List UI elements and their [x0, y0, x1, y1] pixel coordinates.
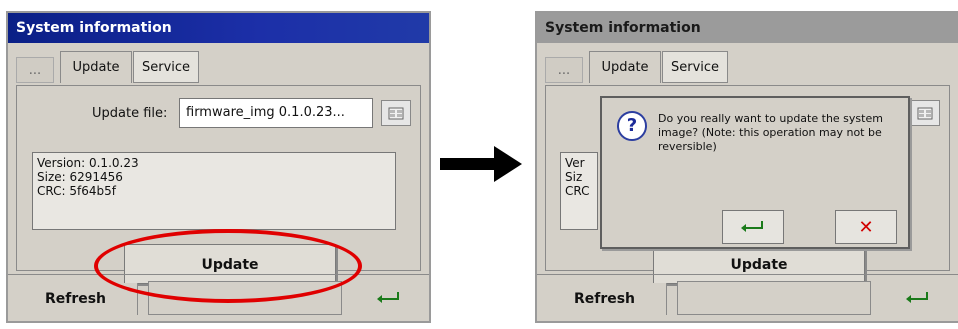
- status-area: [677, 281, 871, 315]
- version-info-box: Version: 0.1.0.23 Size: 6291456 CRC: 5f6…: [32, 152, 396, 230]
- window-title: System information: [537, 13, 958, 43]
- status-area: [148, 281, 342, 315]
- tab-update[interactable]: Update: [60, 51, 132, 83]
- update-file-label: Update file:: [92, 106, 168, 121]
- tab-update[interactable]: Update: [589, 51, 661, 83]
- confirm-update-dialog: ? Do you really want to update the syste…: [600, 96, 910, 249]
- system-information-window-right: System information ... Update Service Up…: [535, 11, 958, 323]
- size-line-partial: Siz: [565, 170, 583, 184]
- version-line-partial: Ver: [565, 156, 585, 170]
- browse-button[interactable]: [910, 100, 940, 126]
- tab-service[interactable]: Service: [662, 51, 728, 83]
- folder-icon: [917, 107, 933, 120]
- version-info-box-partial: Ver Siz CRC: [560, 152, 598, 230]
- enter-icon: [906, 292, 928, 303]
- refresh-button[interactable]: Refresh: [543, 283, 667, 315]
- close-icon: ✕: [858, 216, 874, 238]
- version-line: Version: 0.1.0.23: [37, 156, 139, 170]
- crc-line-partial: CRC: [565, 184, 590, 198]
- dialog-ok-button[interactable]: [722, 210, 784, 244]
- crc-line: CRC: 5f64b5f: [37, 184, 116, 198]
- size-line: Size: 6291456: [37, 170, 123, 184]
- window-title: System information: [8, 13, 429, 43]
- bottom-bar: Refresh: [8, 274, 429, 321]
- refresh-button[interactable]: Refresh: [14, 283, 138, 315]
- system-information-window-left: System information ... Update Service Up…: [6, 11, 431, 323]
- dialog-message: Do you really want to update the system …: [658, 112, 883, 153]
- update-tab-content: Update file: firmware_img 0.1.0.23... Ve…: [16, 85, 421, 284]
- enter-icon: [377, 292, 399, 303]
- tab-dash[interactable]: ...: [545, 57, 583, 83]
- update-file-field[interactable]: firmware_img 0.1.0.23...: [179, 98, 373, 128]
- browse-button[interactable]: [381, 100, 411, 126]
- question-icon: ?: [617, 111, 647, 141]
- bottom-bar: Refresh: [537, 274, 958, 321]
- dialog-cancel-button[interactable]: ✕: [835, 210, 897, 244]
- enter-button[interactable]: [359, 281, 419, 315]
- enter-icon: [741, 221, 763, 232]
- tab-dash[interactable]: ...: [16, 57, 54, 83]
- tab-service[interactable]: Service: [133, 51, 199, 83]
- right-arrow-icon: [440, 146, 522, 182]
- enter-button[interactable]: [888, 281, 948, 315]
- folder-icon: [388, 107, 404, 120]
